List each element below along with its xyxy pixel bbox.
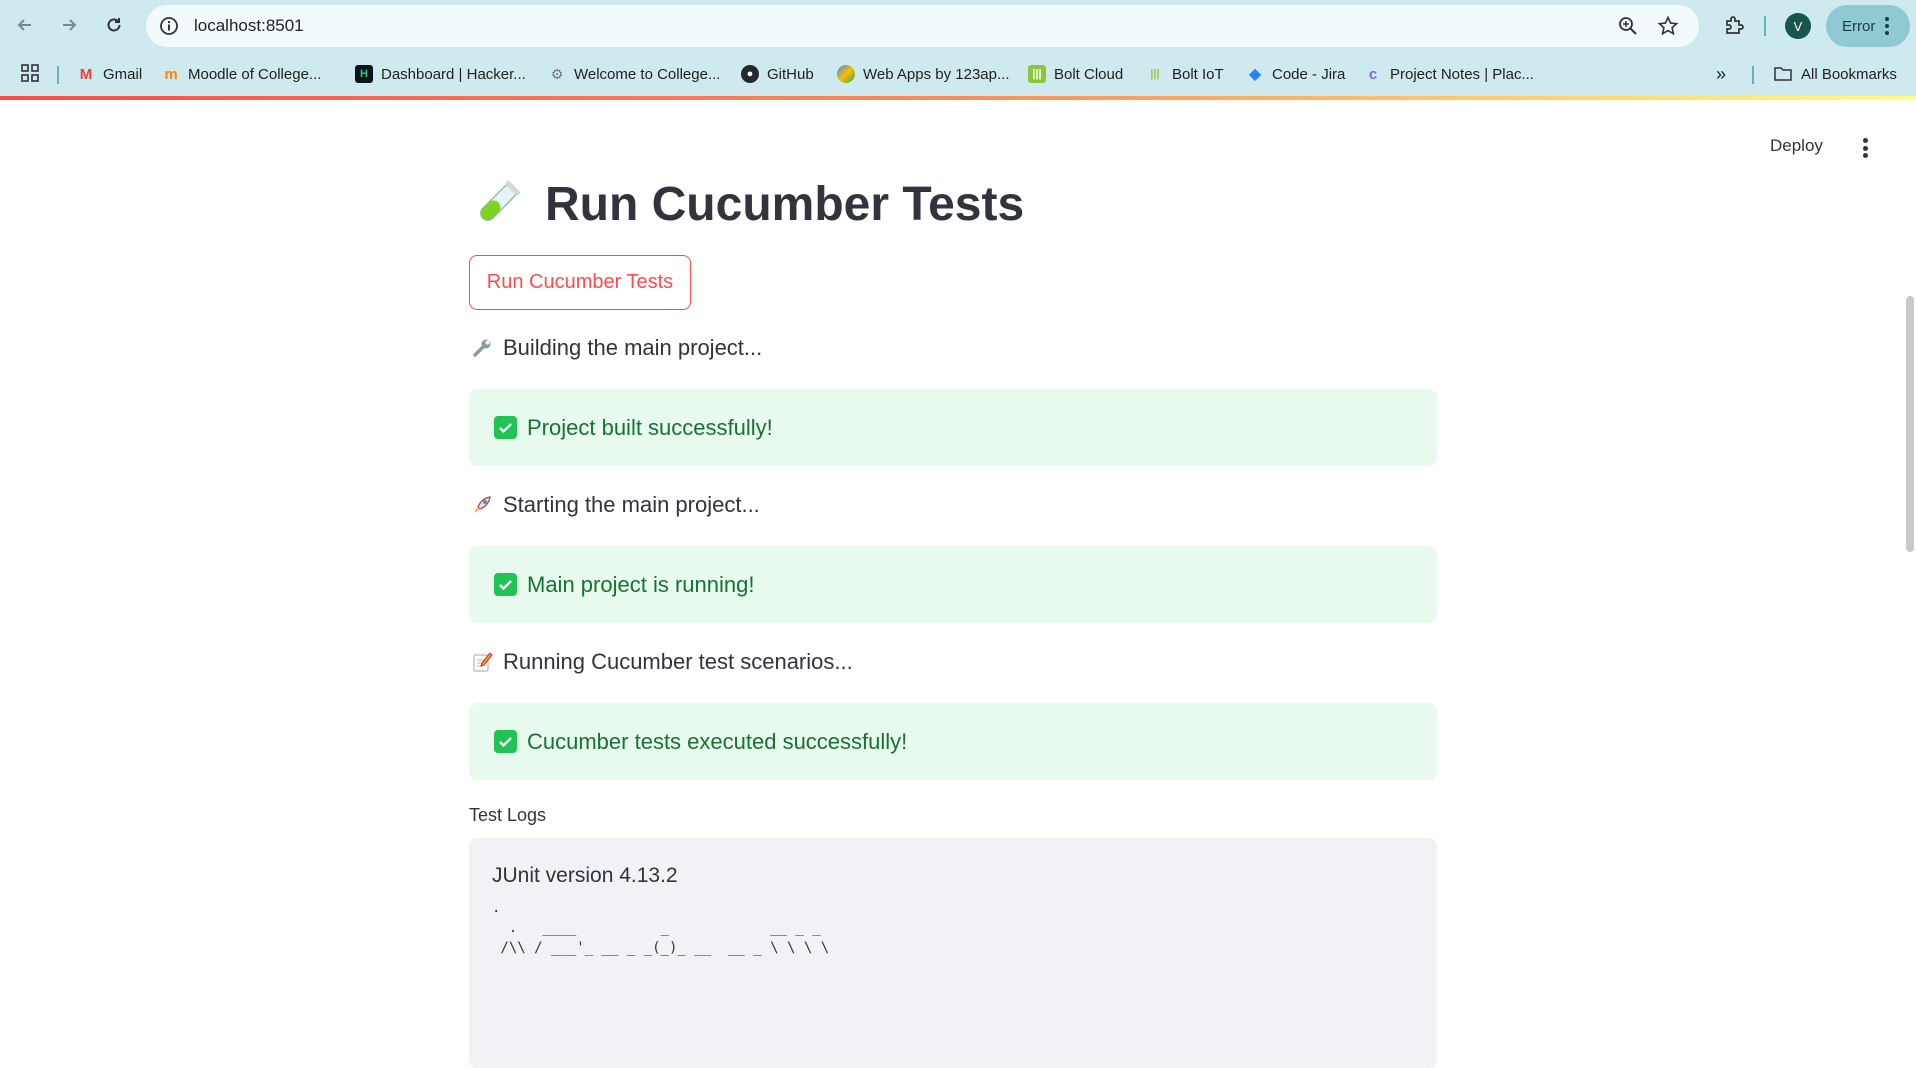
browser-toolbar: localhost:8501 V Error bbox=[0, 0, 1916, 52]
github-icon: ● bbox=[741, 65, 759, 83]
bookmark-github[interactable]: ● GitHub bbox=[741, 63, 814, 85]
test-logs-box[interactable]: JUnit version 4.13.2 . . ____ _ __ _ _ /… bbox=[469, 838, 1437, 1068]
status-starting: Starting the main project... bbox=[469, 490, 760, 520]
bookmark-label: Gmail bbox=[103, 65, 143, 83]
reload-icon bbox=[107, 18, 121, 32]
check-mark-icon bbox=[494, 416, 517, 439]
college-icon: ⚙ bbox=[550, 65, 564, 82]
more-vert-icon bbox=[1885, 17, 1890, 35]
profile-avatar[interactable]: V bbox=[1785, 13, 1811, 39]
bookmark-label: Dashboard | Hacker... bbox=[381, 65, 526, 83]
bookmarks-divider bbox=[1752, 66, 1754, 84]
bolt-cloud-icon: ||| bbox=[1028, 65, 1046, 83]
bookmark-label: Code - Jira bbox=[1272, 65, 1346, 83]
status-text: Building the main project... bbox=[503, 335, 763, 360]
test-logs-label: Test Logs bbox=[469, 805, 547, 825]
webapps-icon bbox=[837, 65, 855, 83]
url-text[interactable]: localhost:8501 bbox=[194, 16, 304, 36]
bookmarks-bar: M Gmail m Moodle of College... H Dashboa… bbox=[0, 52, 1916, 96]
bookmark-label: Bolt IoT bbox=[1172, 65, 1224, 83]
toolbar-divider bbox=[1764, 16, 1766, 36]
bookmark-bolt-cloud[interactable]: ||| Bolt Cloud bbox=[1028, 63, 1123, 85]
all-bookmarks-button[interactable]: All Bookmarks bbox=[1773, 63, 1897, 85]
app-header-decoration bbox=[0, 96, 1916, 100]
bookmark-label: Bolt Cloud bbox=[1054, 65, 1124, 83]
bookmark-bolt-iot[interactable]: ||| Bolt IoT bbox=[1146, 63, 1224, 85]
page-title: Run Cucumber Tests bbox=[469, 176, 1024, 232]
hackerrank-icon: H bbox=[355, 65, 373, 83]
bolt-iot-icon: ||| bbox=[1150, 68, 1160, 80]
apps-grid-icon[interactable] bbox=[20, 63, 40, 83]
bookmark-star-icon[interactable] bbox=[1657, 15, 1679, 37]
back-arrow-icon bbox=[17, 19, 31, 31]
status-building: Building the main project... bbox=[469, 333, 762, 363]
memo-icon bbox=[469, 649, 495, 675]
moodle-icon: m bbox=[164, 65, 178, 83]
bookmark-label: Moodle of College... bbox=[188, 65, 322, 83]
reload-button[interactable] bbox=[97, 8, 131, 42]
bookmark-college[interactable]: ⚙ Welcome to College... bbox=[548, 63, 721, 85]
extensions-icon[interactable] bbox=[1722, 14, 1746, 38]
bookmark-webapps[interactable]: Web Apps by 123ap... bbox=[837, 63, 1010, 85]
success-alert: Cucumber tests executed successfully! bbox=[469, 703, 1437, 780]
success-alert: Main project is running! bbox=[469, 546, 1437, 623]
forward-arrow-icon bbox=[63, 19, 77, 31]
bookmark-label: GitHub bbox=[767, 65, 814, 83]
main-menu-button[interactable] bbox=[1856, 136, 1874, 160]
bookmark-hackerrank[interactable]: H Dashboard | Hacker... bbox=[355, 63, 526, 85]
forward-button[interactable] bbox=[52, 8, 86, 42]
logs-first-line: JUnit version 4.13.2 bbox=[492, 864, 678, 887]
more-bookmarks-button[interactable]: » bbox=[1716, 63, 1726, 85]
menu-dot bbox=[1862, 153, 1868, 158]
bookmark-gmail[interactable]: M Gmail bbox=[77, 63, 142, 85]
menu-dot bbox=[1862, 145, 1868, 151]
check-mark-icon bbox=[494, 730, 517, 753]
bookmark-jira[interactable]: ◆ Code - Jira bbox=[1246, 63, 1346, 85]
bookmark-label: Welcome to College... bbox=[574, 65, 721, 83]
status-text: Running Cucumber test scenarios... bbox=[503, 649, 853, 674]
test-tube-icon bbox=[480, 180, 521, 221]
menu-dot bbox=[1862, 138, 1868, 143]
page-title-text: Run Cucumber Tests bbox=[545, 177, 1025, 231]
clickup-icon: c bbox=[1368, 65, 1378, 83]
bookmark-project-notes[interactable]: c Project Notes | Plac... bbox=[1364, 63, 1534, 85]
bookmark-moodle[interactable]: m Moodle of College... bbox=[162, 63, 321, 85]
error-label: Error bbox=[1842, 17, 1876, 35]
zoom-icon[interactable] bbox=[1617, 15, 1639, 37]
back-button[interactable] bbox=[8, 8, 42, 42]
status-text: Starting the main project... bbox=[503, 492, 760, 517]
success-text: Main project is running! bbox=[527, 571, 755, 597]
all-bookmarks-label: All Bookmarks bbox=[1801, 65, 1897, 83]
double-chevron-icon: » bbox=[1716, 63, 1727, 84]
jira-icon: ◆ bbox=[1248, 66, 1262, 83]
page-scrollbar[interactable] bbox=[1906, 296, 1914, 552]
success-text: Cucumber tests executed successfully! bbox=[527, 728, 908, 754]
success-alert: Project built successfully! bbox=[469, 389, 1437, 466]
check-mark-icon bbox=[494, 573, 517, 596]
site-info-icon[interactable] bbox=[158, 15, 180, 37]
status-running: Running Cucumber test scenarios... bbox=[469, 647, 853, 677]
bookmarks-divider bbox=[57, 66, 59, 84]
rocket-icon bbox=[469, 492, 495, 518]
wrench-icon bbox=[469, 335, 495, 361]
bookmark-label: Project Notes | Plac... bbox=[1390, 65, 1534, 83]
gmail-icon: M bbox=[79, 65, 93, 83]
deploy-button[interactable]: Deploy bbox=[1770, 136, 1823, 156]
folder-icon bbox=[1774, 67, 1792, 81]
error-button[interactable]: Error bbox=[1826, 5, 1910, 47]
address-bar[interactable]: localhost:8501 bbox=[146, 5, 1699, 47]
success-text: Project built successfully! bbox=[527, 414, 773, 440]
bookmark-label: Web Apps by 123ap... bbox=[863, 65, 1010, 83]
logs-output: . . ____ _ __ _ _ /\\ / ___'_ __ _ _(_)_… bbox=[492, 900, 830, 956]
run-cucumber-tests-button[interactable]: Run Cucumber Tests bbox=[469, 255, 691, 310]
